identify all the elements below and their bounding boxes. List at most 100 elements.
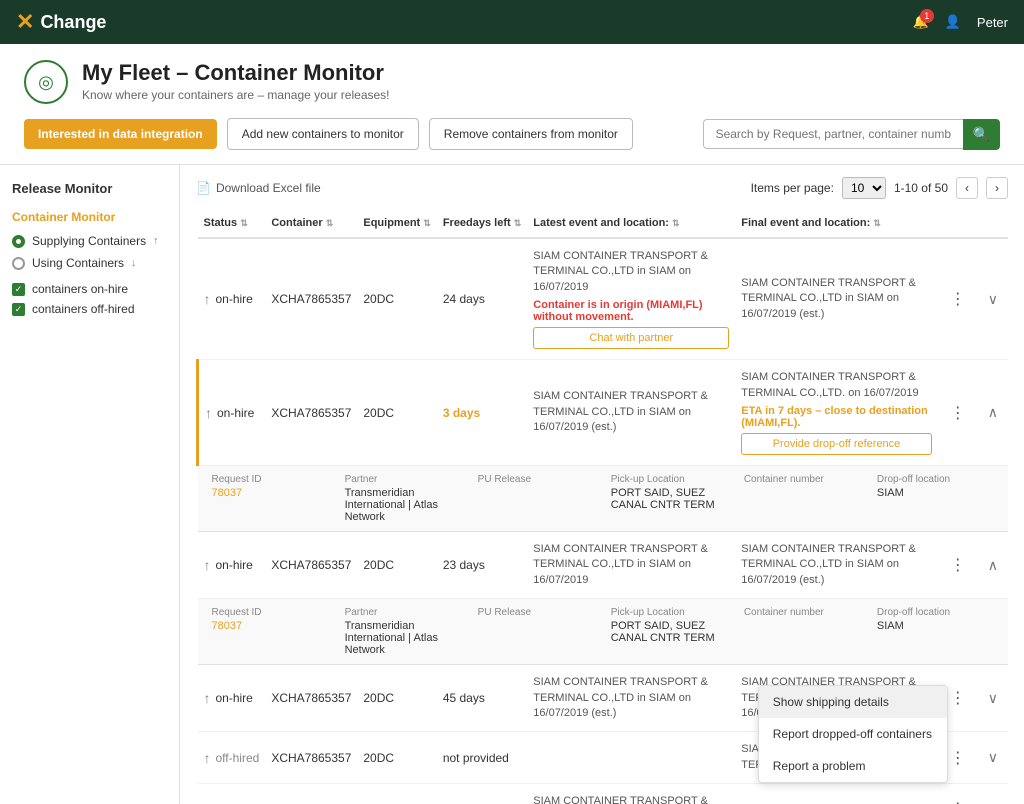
detail-request-id-label: Request ID [212, 607, 329, 618]
status-up-icon: ↑ [204, 690, 211, 706]
cell-freedays: 23 days [437, 531, 527, 598]
search-icon: 🔍 [973, 126, 990, 142]
checkbox-on-hire-box [12, 283, 25, 296]
app-logo[interactable]: ✕ Change [16, 9, 106, 35]
cell-expand: ∨ [978, 732, 1008, 784]
detail-partner-label: Partner [345, 474, 462, 485]
radio-using [12, 257, 25, 270]
search-button[interactable]: 🔍 [963, 119, 1000, 150]
table-row: ↑ on-hire XCHA7865357 20DC 3 days SIAM C… [198, 360, 1009, 466]
detail-request-id-value[interactable]: 78037 [212, 620, 329, 632]
collapse-row-button[interactable]: ∧ [984, 402, 1002, 423]
prev-page-button[interactable]: ‹ [956, 177, 978, 199]
detail-request-id-value[interactable]: 78037 [212, 487, 329, 499]
next-page-button[interactable]: › [986, 177, 1008, 199]
cell-status: ↑ off-hired [198, 732, 266, 784]
table-expanded-row: Request ID 78037 Partner Transmeridian I… [198, 599, 1009, 665]
cell-expand: ∨ [978, 665, 1008, 732]
detail-pickup-loc-label: Pick-up Location [611, 474, 728, 485]
sidebar-item-using[interactable]: Using Containers ↓ [12, 256, 167, 270]
user-icon: 👤 [945, 14, 961, 30]
alert-text: Container is in origin (MIAMI,FL) withou… [533, 299, 729, 323]
col-actions [938, 209, 978, 238]
cell-equipment: 20DC [357, 665, 436, 732]
cell-freedays: 45 days [437, 665, 527, 732]
detail-partner-value: Transmeridian International | Atlas Netw… [345, 620, 462, 656]
detail-dropoff-value: SIAM [877, 487, 994, 499]
detail-dropoff-value: SIAM [877, 620, 994, 632]
cell-container: XCHA7865357 [265, 360, 357, 466]
row-more-button[interactable]: ⋮ [944, 746, 972, 770]
row-more-button[interactable]: ⋮ [944, 553, 972, 577]
cell-freedays [437, 784, 527, 804]
file-icon: 📄 [196, 181, 211, 195]
detail-pickup-loc-label: Pick-up Location [611, 607, 728, 618]
container-table-wrapper: Status ⇅ Container ⇅ Equipment ⇅ Freeday… [196, 209, 1008, 804]
row-more-button[interactable]: ⋮ [944, 797, 972, 804]
detail-pickup-loc-value: PORT SAID, SUEZ CANAL CNTR TERM [611, 620, 728, 644]
items-per-page-label: Items per page: [751, 181, 834, 195]
row-more-button[interactable]: ⋮ [944, 287, 972, 311]
cell-actions: ⋮ [938, 360, 978, 466]
integration-button[interactable]: Interested in data integration [24, 119, 217, 149]
col-final-event: Final event and location: ⇅ [735, 209, 937, 238]
page-header: ◎ My Fleet – Container Monitor Know wher… [0, 44, 1024, 165]
cell-equipment: 20DC [357, 531, 436, 598]
pagination-info: Items per page: 10 25 50 1-10 of 50 ‹ › [751, 177, 1008, 199]
checkbox-on-hire[interactable]: containers on-hire [12, 282, 167, 296]
add-containers-button[interactable]: Add new containers to monitor [227, 118, 419, 150]
checkbox-on-hire-label: containers on-hire [32, 282, 128, 296]
remove-containers-button[interactable]: Remove containers from monitor [429, 118, 633, 150]
detail-container-num-label: Container number [744, 474, 861, 485]
cell-actions: ⋮ [938, 531, 978, 598]
row-more-button[interactable]: ⋮ [944, 401, 972, 425]
sidebar-item-supplying[interactable]: Supplying Containers ↑ [12, 234, 167, 248]
expand-row-button[interactable]: ∨ [984, 688, 1002, 709]
context-menu-item-report-problem[interactable]: Report a problem [759, 750, 947, 782]
notification-bell[interactable]: 🔔 1 [913, 14, 929, 30]
row-more-button[interactable]: ⋮ [944, 686, 972, 710]
detail-dropoff-label: Drop-off location [877, 474, 994, 485]
status-up-icon: ↑ [204, 557, 211, 573]
cell-expand: ∨ [978, 784, 1008, 804]
eta-text: ETA in 7 days – close to destination (MI… [741, 405, 931, 429]
cell-expand: ∧ [978, 531, 1008, 598]
expand-row-button[interactable]: ∨ [984, 799, 1002, 804]
toolbar: Interested in data integration Add new c… [24, 118, 1000, 164]
sidebar-label-using: Using Containers [32, 256, 124, 270]
table-header-row: Status ⇅ Container ⇅ Equipment ⇅ Freeday… [198, 209, 1009, 238]
cell-actions: ⋮ Show shipping details Report dropped-o… [938, 732, 978, 784]
collapse-row-button[interactable]: ∧ [984, 555, 1002, 576]
cell-final-event: SIAM CONTAINER TRANSPORT & TERMINAL CO.,… [735, 360, 937, 466]
expand-row-button[interactable]: ∨ [984, 289, 1002, 310]
page-subtitle: Know where your containers are – manage … [82, 88, 390, 102]
cell-equipment: 20DC [357, 360, 436, 466]
download-excel-link[interactable]: 📄 Download Excel file [196, 181, 321, 195]
cell-actions: ⋮ [938, 784, 978, 804]
dropoff-button[interactable]: Provide drop-off reference [741, 433, 931, 455]
content-toolbar: 📄 Download Excel file Items per page: 10… [196, 177, 1008, 199]
cell-final-event: 16/07/2019 [735, 784, 937, 804]
expand-row-button[interactable]: ∨ [984, 747, 1002, 768]
cell-status: ↑ on-hire [198, 238, 266, 360]
checkbox-off-hired[interactable]: containers off-hired [12, 302, 167, 316]
detail-partner-label: Partner [345, 607, 462, 618]
fleet-icon: ◎ [24, 60, 68, 104]
cell-equipment: 20DC [357, 784, 436, 804]
cell-latest-event [527, 732, 735, 784]
content-area: 📄 Download Excel file Items per page: 10… [180, 165, 1024, 804]
cell-container: XCHA7865357 [265, 784, 357, 804]
context-menu-item-shipping[interactable]: Show shipping details [759, 686, 947, 718]
top-navigation: ✕ Change 🔔 1 👤 Peter [0, 0, 1024, 44]
search-input[interactable] [703, 119, 963, 149]
context-menu-item-report-dropoff[interactable]: Report dropped-off containers [759, 718, 947, 750]
chat-partner-button[interactable]: Chat with partner [533, 327, 729, 349]
main-layout: Release Monitor Container Monitor Supply… [0, 165, 1024, 804]
col-latest-event: Latest event and location: ⇅ [527, 209, 735, 238]
detail-request-id-label: Request ID [212, 474, 329, 485]
table-row: ↑ off-hired XCHA7865357 20DC SIAM CONTAI… [198, 784, 1009, 804]
items-per-page-select[interactable]: 10 25 50 [842, 177, 886, 199]
detail-pu-release-label: PU Release [478, 474, 595, 485]
cell-latest-event: SIAM CONTAINER TRANSPORT & TERMINAL CO.,… [527, 360, 735, 466]
page-title-area: My Fleet – Container Monitor Know where … [82, 60, 390, 102]
